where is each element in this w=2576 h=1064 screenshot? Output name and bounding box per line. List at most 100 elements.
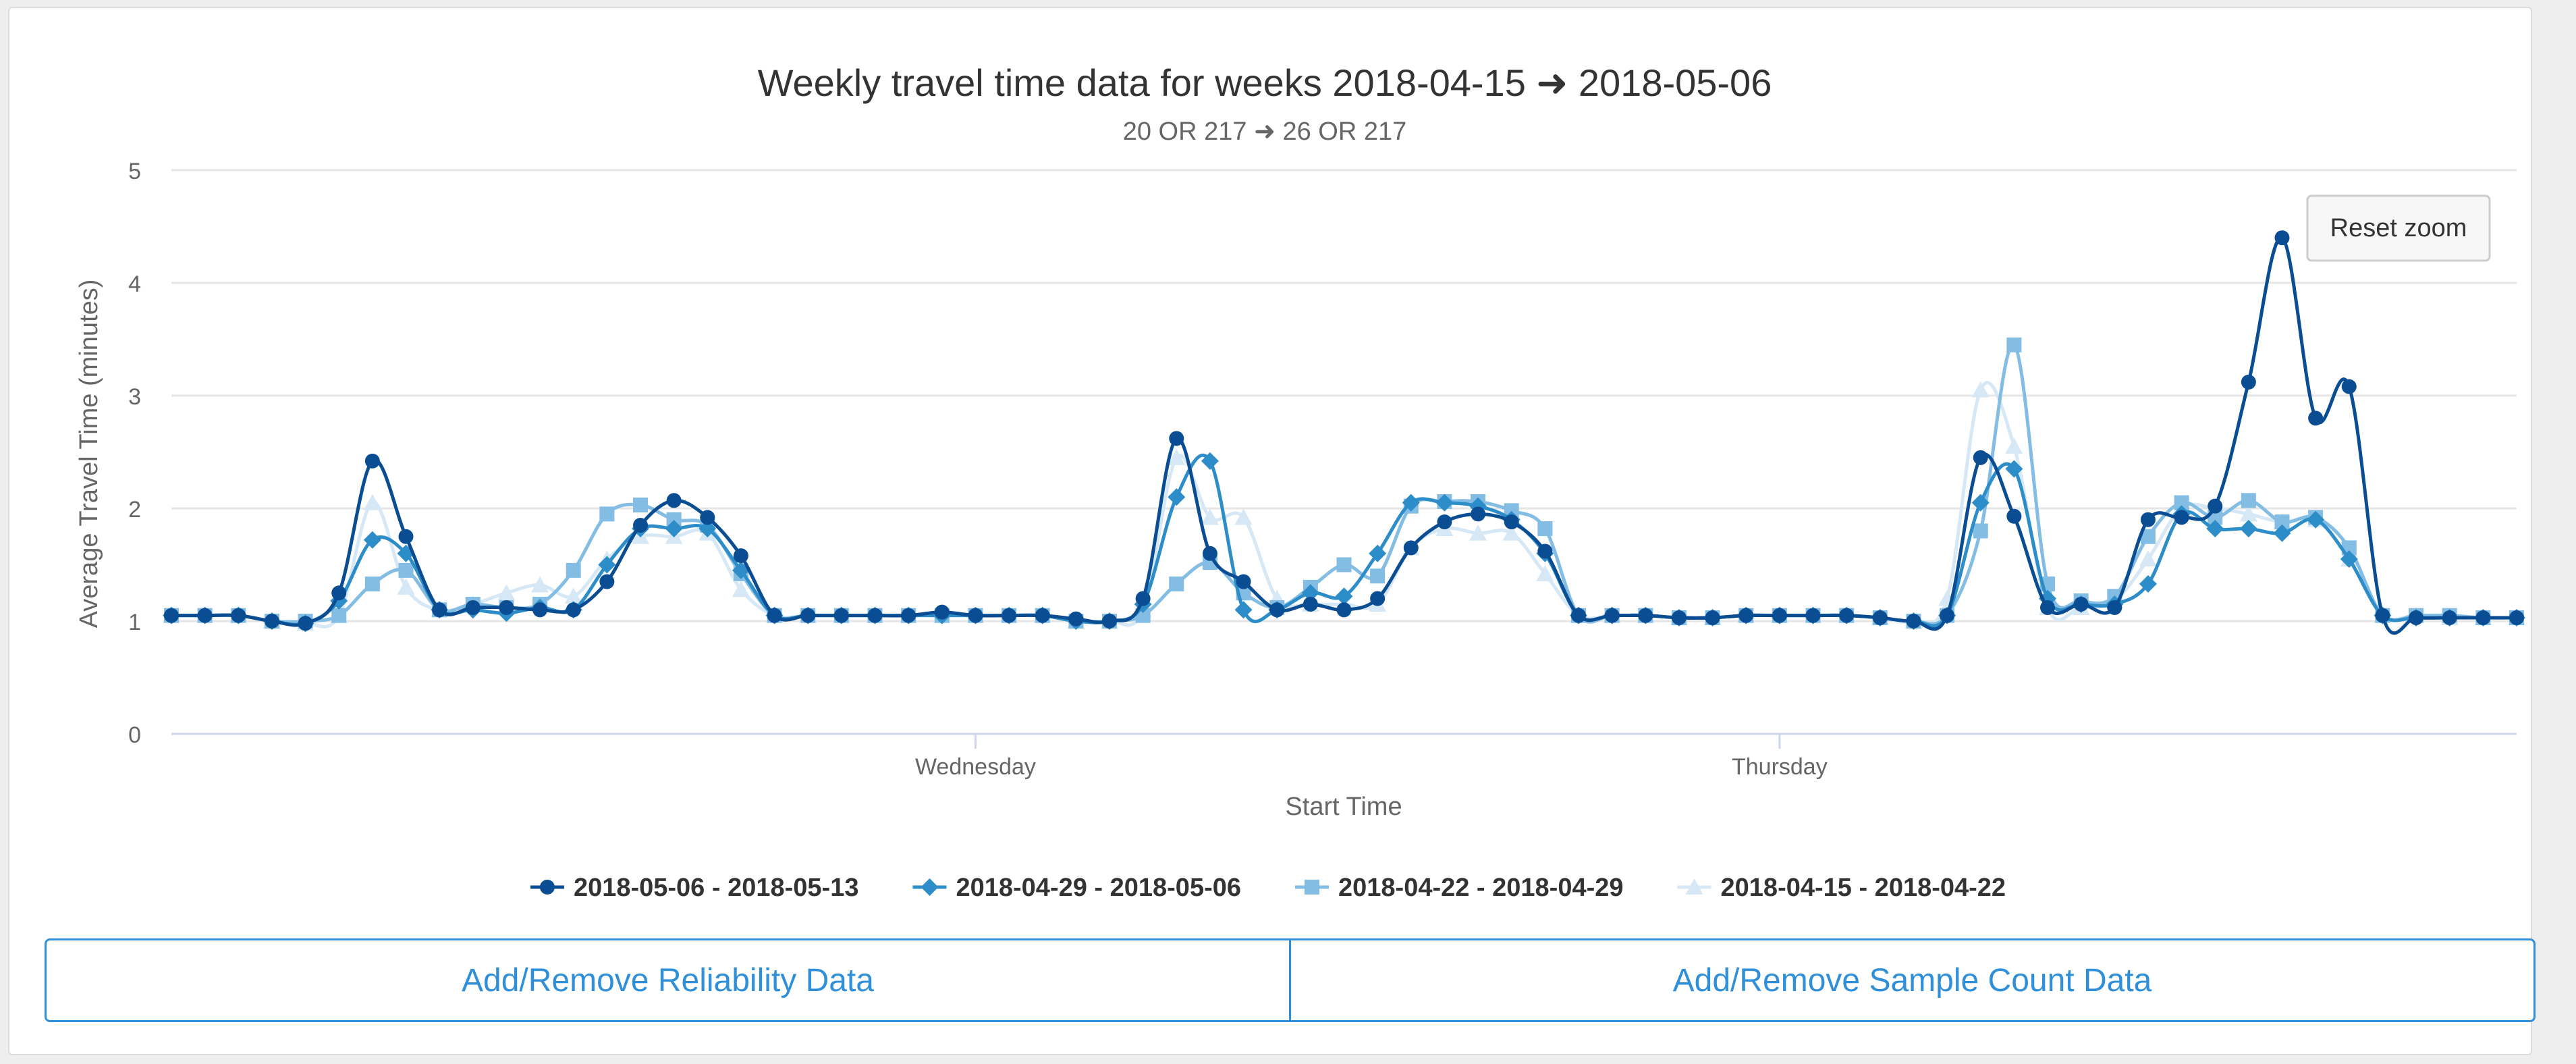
series-1 bbox=[164, 230, 2524, 635]
data-point bbox=[1403, 540, 1419, 556]
data-point bbox=[1537, 543, 1553, 559]
data-point bbox=[566, 562, 581, 578]
data-point bbox=[599, 574, 615, 589]
data-point bbox=[1671, 610, 1687, 625]
data-point bbox=[398, 562, 414, 578]
legend-item-2[interactable]: 2018-04-29 - 2018-05-06 bbox=[912, 874, 1241, 902]
data-point bbox=[2308, 410, 2324, 426]
legend-item-1[interactable]: 2018-05-06 - 2018-05-13 bbox=[530, 874, 859, 902]
data-point bbox=[2006, 508, 2022, 524]
data-point bbox=[1336, 602, 1352, 618]
legend-label: 2018-05-06 - 2018-05-13 bbox=[574, 874, 859, 902]
data-point bbox=[397, 578, 415, 595]
data-point bbox=[532, 602, 548, 618]
data-point bbox=[2409, 610, 2424, 625]
data-point bbox=[363, 494, 381, 510]
y-tick-label: 1 bbox=[128, 610, 141, 635]
data-point bbox=[901, 608, 916, 623]
data-point bbox=[264, 614, 279, 629]
data-point bbox=[1336, 557, 1352, 573]
chart-subtitle: 20 OR 217 ➜ 26 OR 217 bbox=[1123, 117, 1407, 146]
data-point bbox=[2509, 610, 2524, 625]
data-point bbox=[1638, 608, 1653, 623]
data-point bbox=[1068, 611, 1084, 627]
data-point bbox=[1604, 608, 1620, 623]
series-line bbox=[171, 343, 2517, 626]
data-point bbox=[599, 506, 615, 522]
y-tick-label: 4 bbox=[128, 271, 141, 297]
data-point bbox=[2140, 512, 2156, 527]
data-point bbox=[934, 604, 950, 620]
legend-marker bbox=[1305, 880, 1319, 895]
add-remove-reliability-button[interactable]: Add/Remove Reliability Data bbox=[47, 940, 1289, 1020]
data-point bbox=[231, 608, 246, 623]
data-point bbox=[1303, 596, 1318, 612]
data-point bbox=[2475, 610, 2491, 625]
data-point bbox=[2005, 437, 2023, 454]
data-point bbox=[2174, 510, 2189, 525]
data-point bbox=[833, 608, 849, 623]
data-point bbox=[566, 602, 581, 618]
data-point bbox=[1906, 614, 1921, 629]
legend-item-4[interactable]: 2018-04-15 - 2018-04-22 bbox=[1677, 874, 2006, 902]
data-point bbox=[1035, 608, 1050, 623]
data-point bbox=[2274, 230, 2290, 246]
chart-card: Weekly travel time data for weeks 2018-0… bbox=[8, 7, 2532, 1055]
y-tick-label: 0 bbox=[128, 722, 141, 748]
data-point bbox=[1370, 591, 1386, 606]
data-point bbox=[1839, 608, 1855, 623]
series-3 bbox=[164, 337, 2524, 629]
data-point bbox=[2375, 608, 2390, 623]
data-point bbox=[2107, 600, 2122, 615]
data-point bbox=[1973, 450, 1988, 465]
y-axis: 0 1 2 3 4 5 bbox=[128, 159, 141, 748]
data-point bbox=[331, 585, 347, 601]
data-point bbox=[1236, 574, 1251, 589]
data-point bbox=[1940, 608, 1955, 623]
data-point bbox=[164, 608, 179, 623]
data-point bbox=[1269, 602, 1285, 618]
travel-time-chart: Weekly travel time data for weeks 2018-0… bbox=[75, 61, 2525, 902]
data-point bbox=[1738, 608, 1754, 623]
reset-zoom-label: Reset zoom bbox=[2330, 214, 2467, 242]
x-axis: Wednesday Thursday bbox=[915, 734, 1828, 780]
data-point bbox=[2073, 596, 2089, 612]
y-tick-label: 2 bbox=[128, 497, 141, 523]
data-point bbox=[1234, 508, 1253, 525]
data-point bbox=[197, 608, 213, 623]
x-axis-title: Start Time bbox=[1285, 793, 1402, 821]
data-point bbox=[2241, 493, 2256, 508]
data-point bbox=[1102, 614, 1117, 629]
data-point bbox=[867, 608, 883, 623]
legend-marker bbox=[921, 878, 939, 896]
data-point bbox=[968, 608, 983, 623]
data-point bbox=[465, 600, 481, 615]
data-point bbox=[700, 510, 715, 525]
y-axis-title: Average Travel Time (minutes) bbox=[75, 280, 103, 629]
data-point bbox=[331, 608, 347, 623]
data-point bbox=[1370, 568, 1386, 584]
data-point bbox=[1571, 608, 1586, 623]
y-tick-label: 5 bbox=[128, 159, 141, 184]
data-point bbox=[2006, 337, 2022, 352]
y-tick-label: 3 bbox=[128, 384, 141, 410]
plot-area bbox=[163, 230, 2525, 635]
legend-marker bbox=[539, 880, 555, 895]
data-point bbox=[1002, 608, 1017, 623]
legend-label: 2018-04-22 - 2018-04-29 bbox=[1338, 874, 1624, 902]
legend[interactable]: 2018-05-06 - 2018-05-13 2018-04-29 - 2018… bbox=[530, 874, 2006, 902]
data-point bbox=[2341, 379, 2357, 394]
data-point bbox=[499, 600, 514, 615]
data-point bbox=[1135, 591, 1151, 606]
data-point bbox=[767, 608, 782, 623]
series-line bbox=[171, 236, 2517, 635]
data-point bbox=[733, 548, 748, 564]
data-point bbox=[432, 602, 447, 618]
data-point bbox=[1169, 576, 1184, 591]
reset-zoom-button[interactable]: Reset zoom bbox=[2306, 194, 2491, 262]
data-point bbox=[1168, 488, 1186, 506]
data-point bbox=[666, 493, 682, 508]
data-point bbox=[398, 529, 414, 544]
legend-item-3[interactable]: 2018-04-22 - 2018-04-29 bbox=[1295, 874, 1624, 902]
add-remove-sample-count-button[interactable]: Add/Remove Sample Count Data bbox=[1289, 940, 2533, 1020]
